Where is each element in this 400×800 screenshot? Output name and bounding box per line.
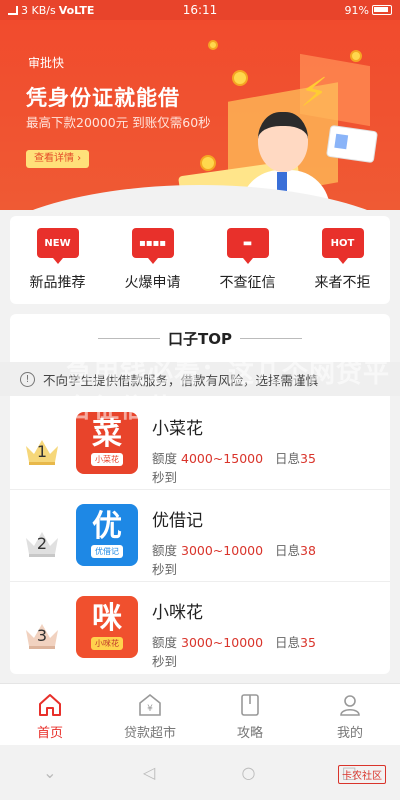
id-card-icon xyxy=(326,124,378,164)
amount-label: 额度 xyxy=(152,451,178,466)
home-icon xyxy=(39,694,61,716)
promo-banner[interactable]: ⚡ 审批快 凭身份证就能借 最高下款20000元 到账仅需60秒 查看详情 › xyxy=(0,20,400,210)
risk-warning-bar: ! 不向学生提供借款服务，借款有风险，选择需谨慎 xyxy=(0,362,400,396)
profile-icon xyxy=(340,695,360,716)
alert-icon: ! xyxy=(20,371,35,387)
menu-item-hot[interactable]: HOT 来者不拒 xyxy=(295,216,390,304)
product-row[interactable]: 3 咪 小咪花 小咪花 额度 3000~10000 日息35 秒到 xyxy=(10,582,390,674)
product-speed: 秒到 xyxy=(152,562,178,577)
guide-icon xyxy=(241,694,259,716)
rank-number: 1 xyxy=(36,442,48,461)
risk-warning-text: 不向学生提供借款服务，借款有风险，选择需谨慎 xyxy=(43,372,319,388)
banner-logo: 审批快 xyxy=(28,56,65,70)
home-circle-icon[interactable]: ○ xyxy=(241,763,255,782)
tab-profile[interactable]: 我的 xyxy=(300,684,400,745)
product-amount: 额度 3000~10000 xyxy=(152,540,263,559)
product-logo: 咪 小咪花 xyxy=(76,596,138,658)
clock: 16:11 xyxy=(182,3,218,17)
bottom-nav: 首页 ¥ 贷款超市 攻略 我的 xyxy=(0,683,400,745)
tab-loan-market[interactable]: ¥ 贷款超市 xyxy=(100,684,200,745)
rank-number: 3 xyxy=(36,626,48,645)
hot-badge-icon: HOT xyxy=(321,228,364,264)
menu-item-label: 来者不拒 xyxy=(314,275,371,291)
rank-number: 2 xyxy=(36,534,48,553)
amount-value: 4000~15000 xyxy=(181,451,264,466)
back-icon[interactable]: ◁ xyxy=(143,763,155,782)
lightning-icon: ⚡ xyxy=(300,70,329,116)
coin-icon xyxy=(200,155,216,171)
product-logo: 优 优借记 xyxy=(76,504,138,566)
amount-label: 额度 xyxy=(152,543,178,558)
rate-value: 38 xyxy=(300,543,316,558)
rate-label: 日息 xyxy=(275,451,301,466)
product-amount: 额度 4000~15000 xyxy=(152,448,263,467)
tab-home[interactable]: 首页 xyxy=(0,684,100,745)
popular-badge-icon: ▪▪▪▪ xyxy=(131,228,174,264)
coin-icon xyxy=(208,40,218,50)
product-name: 优借记 xyxy=(152,511,203,531)
market-icon: ¥ xyxy=(139,693,161,716)
coin-icon xyxy=(232,70,248,86)
status-bar: 3 KB/s VoLTE 16:11 91% xyxy=(0,0,400,20)
signal-icon xyxy=(8,5,18,15)
menu-chevron-icon[interactable]: ⌄ xyxy=(43,763,56,782)
tab-label: 我的 xyxy=(336,726,363,741)
svg-text:¥: ¥ xyxy=(147,704,153,714)
logo-caption: 小咪花 xyxy=(91,637,123,650)
product-name: 小咪花 xyxy=(152,603,203,623)
banner-curve xyxy=(0,185,400,210)
product-row[interactable]: 2 优 优借记 优借记 额度 3000~10000 日息38 秒到 xyxy=(10,490,390,582)
logo-caption: 优借记 xyxy=(91,545,123,558)
battery-percent: 91% xyxy=(344,3,369,17)
product-name: 小菜花 xyxy=(152,419,203,439)
network-speed: 3 KB/s xyxy=(21,3,56,17)
product-rate: 日息35 xyxy=(275,632,316,651)
logo-glyph: 菜 xyxy=(92,417,122,452)
logo-glyph: 优 xyxy=(92,509,122,544)
product-logo: 菜 小菜花 xyxy=(76,412,138,474)
person-head xyxy=(258,112,308,172)
tab-guide[interactable]: 攻略 xyxy=(200,684,300,745)
network-type: VoLTE xyxy=(58,3,95,17)
product-rate: 日息35 xyxy=(275,448,316,467)
menu-item-label: 不查征信 xyxy=(219,275,276,291)
tab-label: 攻略 xyxy=(236,726,263,741)
menu-item-no-credit-check[interactable]: ▬ 不查征信 xyxy=(200,216,295,304)
logo-glyph: 咪 xyxy=(92,601,122,636)
product-speed: 秒到 xyxy=(152,470,178,485)
new-badge-icon: NEW xyxy=(36,228,79,264)
menu-item-new[interactable]: NEW 新品推荐 xyxy=(10,216,105,304)
banner-details-button[interactable]: 查看详情 › xyxy=(26,150,90,168)
watermark: 卡农社区 xyxy=(338,765,386,784)
rate-value: 35 xyxy=(300,451,316,466)
menu-item-popular[interactable]: ▪▪▪▪ 火爆申请 xyxy=(105,216,200,304)
no-credit-check-icon: ▬ xyxy=(226,228,269,264)
coin-icon xyxy=(350,50,362,62)
amount-label: 额度 xyxy=(152,635,178,650)
rate-label: 日息 xyxy=(275,635,301,650)
menu-item-label: 火爆申请 xyxy=(124,275,181,291)
product-speed: 秒到 xyxy=(152,654,178,669)
rate-value: 35 xyxy=(300,635,316,650)
rate-label: 日息 xyxy=(275,543,301,558)
battery-icon xyxy=(372,5,392,15)
ranking-title: 口子TOP xyxy=(168,330,232,348)
product-rate: 日息38 xyxy=(275,540,316,559)
amount-value: 3000~10000 xyxy=(181,543,264,558)
tab-label: 首页 xyxy=(36,726,63,741)
quick-menu: NEW 新品推荐 ▪▪▪▪ 火爆申请 ▬ 不查征信 HOT 来者不拒 xyxy=(10,216,390,304)
product-row[interactable]: 1 菜 小菜花 小菜花 额度 4000~15000 日息35 秒到 xyxy=(10,398,390,490)
amount-value: 3000~10000 xyxy=(181,635,264,650)
tab-label: 贷款超市 xyxy=(123,726,176,741)
title-divider xyxy=(240,338,302,339)
banner-subtitle: 最高下款20000元 到账仅需60秒 xyxy=(26,115,211,130)
banner-title: 凭身份证就能借 xyxy=(26,86,180,110)
product-amount: 额度 3000~10000 xyxy=(152,632,263,651)
menu-item-label: 新品推荐 xyxy=(29,275,86,291)
logo-caption: 小菜花 xyxy=(91,453,123,466)
